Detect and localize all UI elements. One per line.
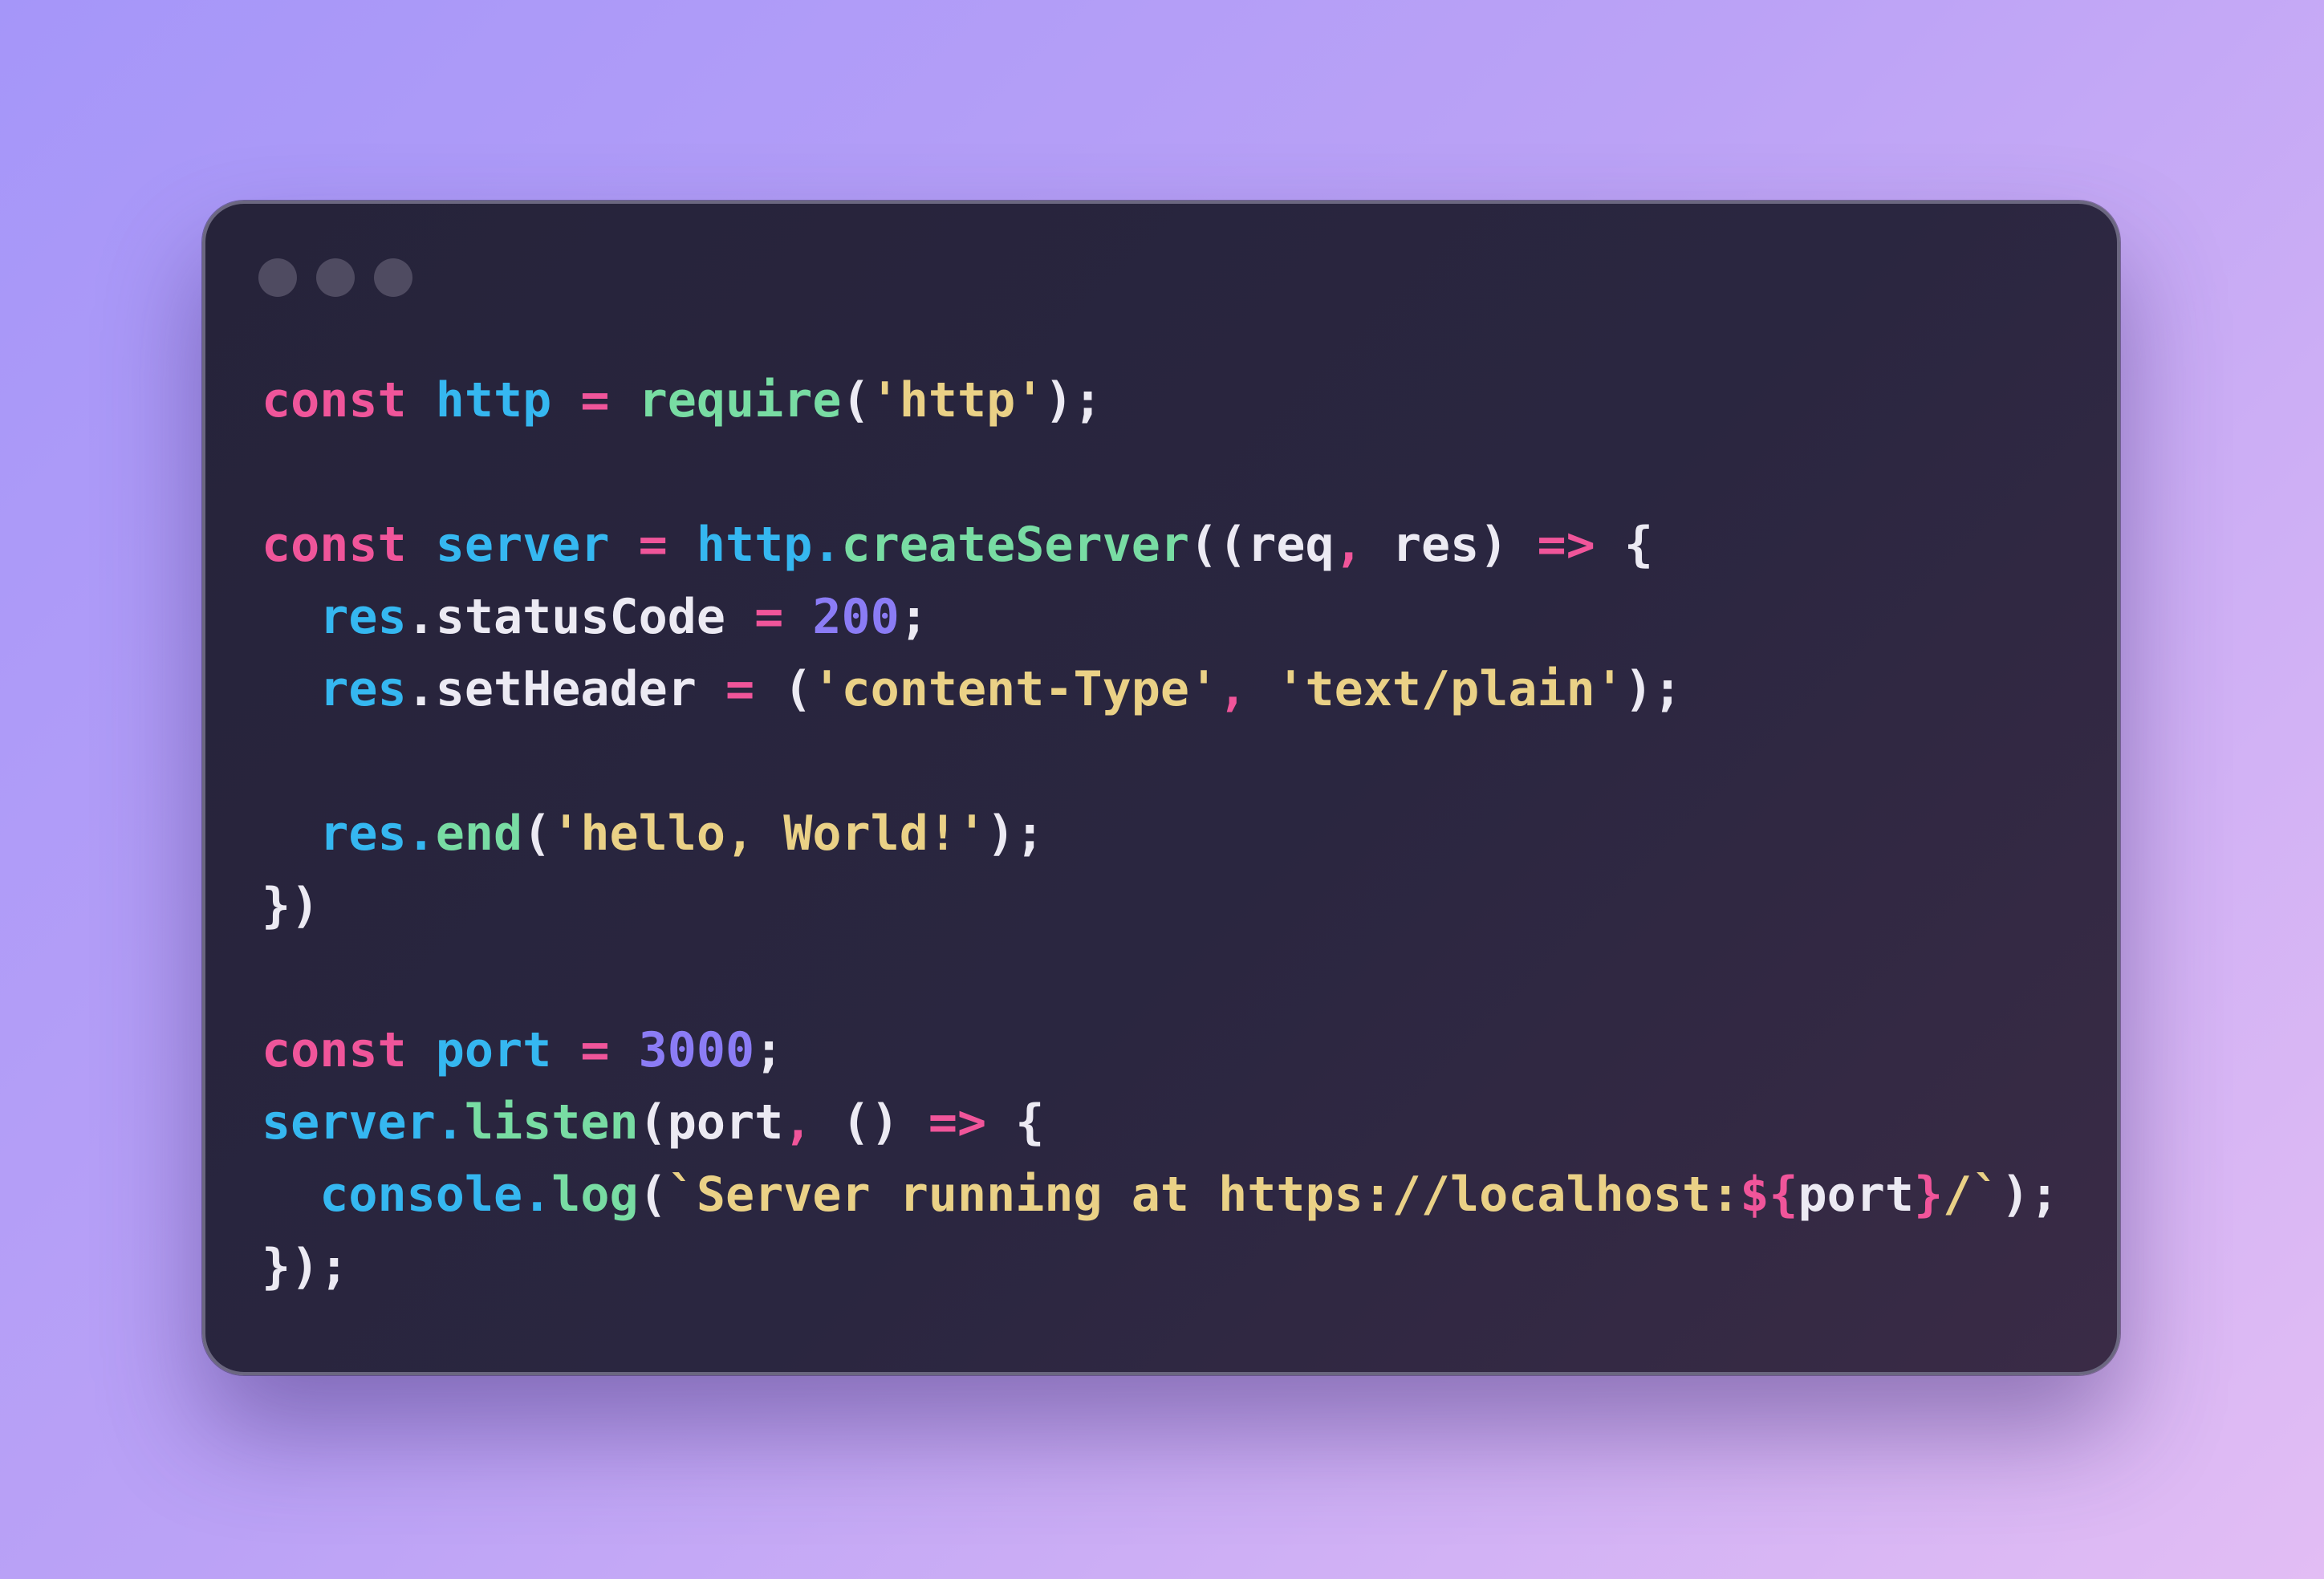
code-token: 'hello, World!' xyxy=(551,806,987,862)
code-token: http. xyxy=(696,517,842,573)
code-token: const xyxy=(262,1022,407,1078)
code-line: res.setHeader = ('content-Type', 'text/p… xyxy=(262,653,2085,725)
code-token: ( xyxy=(638,1167,668,1223)
code-token: ( xyxy=(754,661,813,717)
code-token: end xyxy=(435,806,523,862)
code-token: }) xyxy=(262,878,320,934)
code-token: ); xyxy=(2001,1167,2059,1223)
code-token: ); xyxy=(1623,661,1683,717)
code-token: () xyxy=(812,1094,928,1151)
code-token: , xyxy=(1218,661,1248,717)
code-token: } xyxy=(1914,1167,1944,1223)
code-token: /` xyxy=(1943,1167,2001,1223)
code-token: createServer xyxy=(841,517,1189,573)
code-token: port xyxy=(1798,1167,1915,1223)
code-token: { xyxy=(1595,517,1653,573)
code-token: 200 xyxy=(812,589,900,645)
code-line: res.end('hello, World!'); xyxy=(262,798,2085,870)
code-token: { xyxy=(986,1094,1045,1151)
code-token: require xyxy=(638,372,842,428)
code-token: = xyxy=(580,1022,610,1078)
code-token: ((req xyxy=(1188,517,1335,573)
code-token: server. xyxy=(262,1094,465,1151)
code-token: ); xyxy=(986,806,1045,862)
code-token: ); xyxy=(1044,372,1103,428)
code-block[interactable]: const http = require('http'); const serve… xyxy=(262,364,2085,1303)
code-token: ${ xyxy=(1740,1167,1798,1223)
code-line: const server = http.createServer((req, r… xyxy=(262,509,2085,581)
code-token: 3000 xyxy=(638,1022,755,1078)
code-token: ( xyxy=(841,372,871,428)
code-token: listen xyxy=(464,1094,639,1151)
code-line: server.listen(port, () => { xyxy=(262,1086,2085,1159)
code-token: console. xyxy=(319,1167,552,1223)
code-token: res xyxy=(319,661,407,717)
code-token: res. xyxy=(319,806,436,862)
code-token: port xyxy=(435,1022,552,1078)
code-token: , xyxy=(1334,517,1363,573)
maximize-dot-icon[interactable] xyxy=(374,258,412,297)
code-token: = xyxy=(580,372,610,428)
code-token: }); xyxy=(262,1239,349,1295)
code-token: => xyxy=(928,1094,987,1151)
code-line: }); xyxy=(262,1231,2085,1303)
code-token: 'text/plain' xyxy=(1276,661,1624,717)
code-line: res.statusCode = 200; xyxy=(262,581,2085,653)
code-token: log xyxy=(551,1167,639,1223)
code-token: ; xyxy=(899,589,928,645)
code-token: ; xyxy=(754,1022,784,1078)
code-token: = xyxy=(754,589,784,645)
code-token: ( xyxy=(522,806,552,862)
code-token: res xyxy=(319,589,407,645)
code-line: console.log(`Server running at https://l… xyxy=(262,1159,2085,1231)
code-token: , xyxy=(783,1094,813,1151)
code-token: = xyxy=(725,661,755,717)
code-window: const http = require('http'); const serve… xyxy=(202,201,2120,1375)
code-token: const xyxy=(262,517,407,573)
code-token: => xyxy=(1537,517,1595,573)
code-token: const xyxy=(262,372,407,428)
code-token: res) xyxy=(1363,517,1538,573)
code-token: 'http' xyxy=(870,372,1045,428)
code-token: .statusCode xyxy=(406,589,755,645)
code-line: const port = 3000; xyxy=(262,1014,2085,1086)
code-token: (port xyxy=(638,1094,784,1151)
minimize-dot-icon[interactable] xyxy=(316,258,355,297)
code-token: `Server running at https://localhost: xyxy=(667,1167,1741,1223)
close-dot-icon[interactable] xyxy=(258,258,297,297)
code-line: const http = require('http'); xyxy=(262,364,2085,436)
code-token: = xyxy=(638,517,668,573)
code-token: http xyxy=(435,372,552,428)
code-line: }) xyxy=(262,870,2085,942)
code-token: .setHeader xyxy=(406,661,725,717)
code-token: 'content-Type' xyxy=(812,661,1219,717)
code-token: server xyxy=(435,517,610,573)
